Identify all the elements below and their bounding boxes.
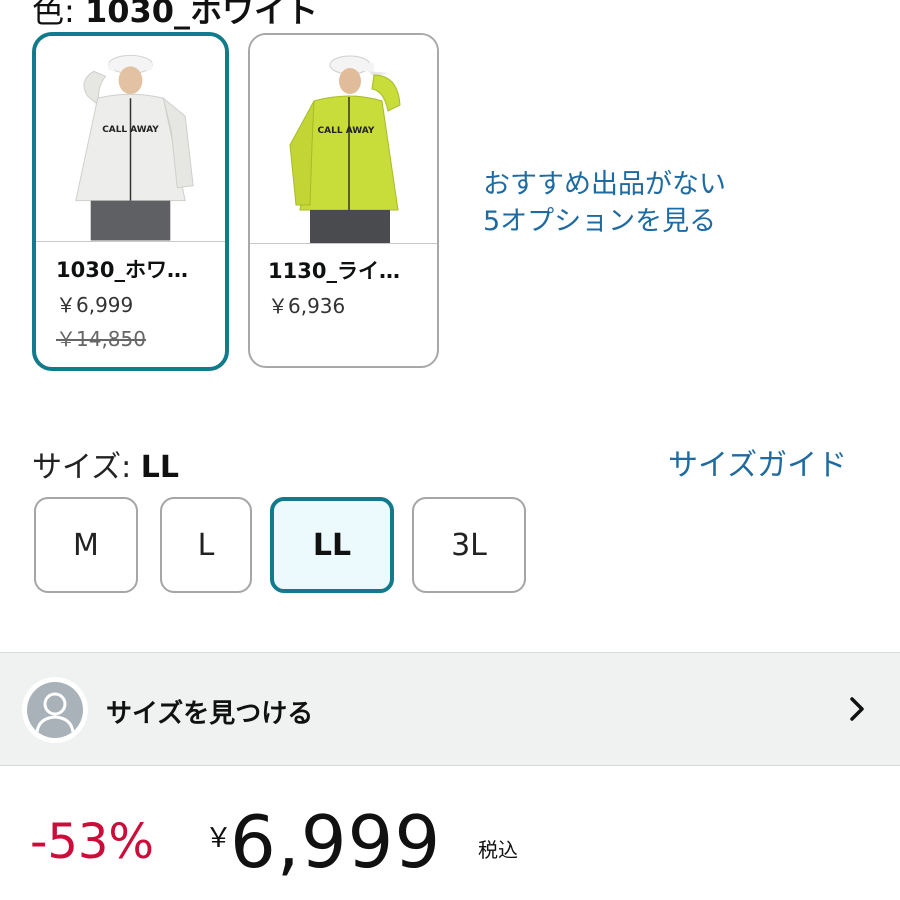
size-option-m[interactable]: M: [34, 497, 138, 593]
swatch-name: 1030_ホワ…: [56, 258, 188, 282]
chevron-right-icon: [850, 697, 864, 721]
size-guide-link[interactable]: サイズガイド: [668, 440, 847, 484]
color-swatch-lime[interactable]: CALL AWAY 1130_ライ… ￥6,936: [248, 33, 439, 368]
size-option-l[interactable]: L: [160, 497, 252, 593]
tax-note: 税込: [478, 838, 518, 862]
size-option-ll[interactable]: LL: [270, 497, 394, 593]
more-options-line2: 5オプションを見る: [483, 206, 717, 237]
find-size-label: サイズを見つける: [106, 699, 314, 729]
user-icon: [22, 677, 88, 743]
size-option-3l[interactable]: 3L: [412, 497, 526, 593]
product-photo-white: CALL AWAY: [36, 36, 225, 241]
product-photo-lime: CALL AWAY: [250, 35, 437, 243]
more-options-link[interactable]: おすすめ出品がない 5オプションを見る: [483, 166, 726, 240]
currency-symbol: ￥: [205, 823, 232, 854]
color-swatch-white[interactable]: CALL AWAY 1030_ホワ… ￥6,999 ￥14,850: [32, 32, 229, 371]
discount-percent: -53%: [30, 814, 155, 870]
swatch-price: ￥6,936: [268, 294, 346, 318]
color-header: 色: 1030_ホワイト: [32, 0, 318, 32]
more-options-line1: おすすめ出品がない: [483, 169, 726, 200]
swatch-original-price: ￥14,850: [56, 327, 146, 351]
color-label: 色:: [32, 0, 85, 30]
color-value: 1030_ホワイト: [84, 0, 319, 30]
jacket-logo-lime: CALL AWAY: [318, 126, 375, 136]
swatch-price: ￥6,999: [56, 293, 134, 317]
price-amount: 6,999: [230, 800, 442, 884]
size-label: サイズ: LL: [32, 442, 179, 486]
jacket-logo-white: CALL AWAY: [102, 125, 159, 135]
size-prefix: サイズ:: [32, 450, 141, 485]
swatch-name: 1130_ライ…: [268, 259, 400, 283]
size-selected-value: LL: [140, 450, 179, 485]
find-size-banner[interactable]: サイズを見つける: [0, 652, 900, 766]
